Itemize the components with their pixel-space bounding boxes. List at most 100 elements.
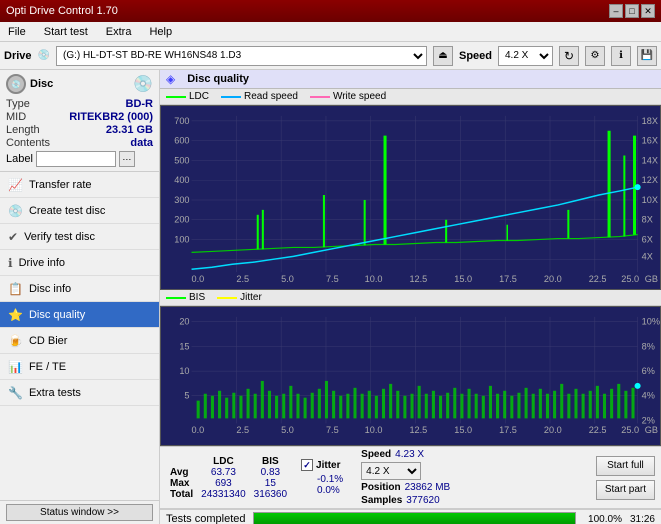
svg-text:5.0: 5.0 bbox=[281, 274, 294, 284]
legend-jitter-color bbox=[217, 297, 237, 299]
disc-label-text: Label bbox=[6, 153, 33, 165]
action-buttons: Start full Start part bbox=[596, 456, 655, 500]
svg-text:6%: 6% bbox=[642, 366, 655, 376]
legend-write-label: Write speed bbox=[333, 91, 386, 102]
info-button[interactable]: ℹ bbox=[611, 46, 631, 66]
svg-text:7.5: 7.5 bbox=[326, 425, 339, 435]
ldc-chart-svg: 700 600 500 400 300 200 100 18X 16X 14X … bbox=[161, 106, 660, 289]
disc-contents-row: Contents data bbox=[6, 137, 153, 149]
svg-text:17.5: 17.5 bbox=[499, 274, 517, 284]
stats-table: LDC BIS Avg 63.73 0.83 Max 693 15 Tota bbox=[166, 456, 291, 500]
sidebar-item-label-verify-test-disc: Verify test disc bbox=[24, 231, 95, 243]
speed-label: Speed bbox=[459, 50, 492, 62]
transfer-rate-icon: 📈 bbox=[8, 178, 23, 192]
svg-text:0.0: 0.0 bbox=[192, 274, 205, 284]
save-button[interactable]: 💾 bbox=[637, 46, 657, 66]
drive-icon: 💿 bbox=[38, 50, 50, 61]
speed-selector[interactable]: 4.2 X bbox=[498, 46, 553, 66]
disc-label-button[interactable]: ⋯ bbox=[119, 151, 135, 167]
legend-ldc-label: LDC bbox=[189, 91, 209, 102]
svg-text:100: 100 bbox=[174, 235, 189, 245]
menu-extra[interactable]: Extra bbox=[102, 25, 136, 39]
total-label: Total bbox=[166, 489, 197, 500]
disc-mid-row: MID RITEKBR2 (000) bbox=[6, 111, 153, 123]
svg-text:300: 300 bbox=[174, 195, 189, 205]
samples-value: 377620 bbox=[406, 495, 439, 506]
sidebar-item-label-drive-info: Drive info bbox=[19, 257, 65, 269]
svg-text:10.0: 10.0 bbox=[365, 274, 383, 284]
sidebar-item-create-test-disc[interactable]: 💿 Create test disc bbox=[0, 198, 159, 224]
sidebar-item-cd-bier[interactable]: 🍺 CD Bier bbox=[0, 328, 159, 354]
progress-bar-fill bbox=[254, 513, 574, 524]
sidebar-item-transfer-rate[interactable]: 📈 Transfer rate bbox=[0, 172, 159, 198]
progress-percentage: 100.0% bbox=[584, 514, 622, 524]
sidebar-item-drive-info[interactable]: ℹ Drive info bbox=[0, 250, 159, 276]
jitter-label: Jitter bbox=[316, 460, 340, 471]
sidebar-item-disc-info[interactable]: 📋 Disc info bbox=[0, 276, 159, 302]
disc-length-row: Length 23.31 GB bbox=[6, 124, 153, 136]
stats-bottom-panel: LDC BIS Avg 63.73 0.83 Max 693 15 Tota bbox=[160, 446, 661, 508]
create-test-disc-icon: 💿 bbox=[8, 204, 23, 218]
svg-text:22.5: 22.5 bbox=[589, 274, 607, 284]
close-button[interactable]: ✕ bbox=[641, 4, 655, 18]
sidebar-item-label-cd-bier: CD Bier bbox=[29, 335, 68, 347]
disc-contents-label: Contents bbox=[6, 137, 50, 149]
legend-bis: BIS bbox=[166, 292, 205, 303]
start-part-button[interactable]: Start part bbox=[596, 480, 655, 500]
left-panel: 💿 Disc 💿 Type BD-R MID RITEKBR2 (000) Le… bbox=[0, 70, 160, 524]
svg-text:GB: GB bbox=[645, 425, 658, 435]
legend-jitter-label: Jitter bbox=[240, 292, 262, 303]
bis-total-value: 316360 bbox=[250, 489, 291, 500]
verify-test-disc-icon: ✔ bbox=[8, 230, 18, 244]
disc-mid-value: RITEKBR2 (000) bbox=[69, 111, 153, 123]
sidebar-item-label-extra-tests: Extra tests bbox=[29, 387, 81, 399]
menu-help[interactable]: Help bbox=[145, 25, 176, 39]
bis-column-header: BIS bbox=[250, 456, 291, 467]
chart-panel: ◈ Disc quality LDC Read speed Write spee… bbox=[160, 70, 661, 524]
svg-text:7.5: 7.5 bbox=[326, 274, 339, 284]
position-label: Position bbox=[361, 482, 400, 493]
settings-button[interactable]: ⚙ bbox=[585, 46, 605, 66]
jitter-max-value: 0.0% bbox=[317, 485, 343, 496]
legend-write-speed: Write speed bbox=[310, 91, 386, 102]
disc-info-icon: 📋 bbox=[8, 282, 23, 296]
disc-length-label: Length bbox=[6, 124, 40, 136]
minimize-button[interactable]: – bbox=[609, 4, 623, 18]
disc-section: 💿 Disc 💿 Type BD-R MID RITEKBR2 (000) Le… bbox=[0, 70, 159, 172]
svg-text:15: 15 bbox=[179, 342, 189, 352]
nav-menu: 📈 Transfer rate 💿 Create test disc ✔ Ver… bbox=[0, 172, 159, 406]
legend-jitter: Jitter bbox=[217, 292, 262, 303]
menu-file[interactable]: File bbox=[4, 25, 30, 39]
refresh-button[interactable]: ↻ bbox=[559, 46, 579, 66]
status-bar: Tests completed 100.0% 31:26 bbox=[160, 508, 661, 524]
sidebar-item-verify-test-disc[interactable]: ✔ Verify test disc bbox=[0, 224, 159, 250]
sidebar-item-disc-quality[interactable]: ⭐ Disc quality bbox=[0, 302, 159, 328]
maximize-button[interactable]: □ bbox=[625, 4, 639, 18]
svg-text:12.5: 12.5 bbox=[409, 274, 427, 284]
status-window-button[interactable]: Status window >> bbox=[6, 504, 153, 521]
window-controls[interactable]: – □ ✕ bbox=[609, 4, 655, 18]
start-full-button[interactable]: Start full bbox=[596, 456, 655, 476]
menu-start-test[interactable]: Start test bbox=[40, 25, 92, 39]
ldc-avg-value: 63.73 bbox=[197, 467, 250, 478]
chart-panel-icon: ◈ bbox=[166, 72, 175, 86]
disc-label-input[interactable] bbox=[36, 151, 116, 167]
sidebar-item-extra-tests[interactable]: 🔧 Extra tests bbox=[0, 380, 159, 406]
svg-text:17.5: 17.5 bbox=[499, 425, 517, 435]
elapsed-time: 31:26 bbox=[630, 514, 655, 524]
drive-selector[interactable]: (G:) HL-DT-ST BD-RE WH16NS48 1.D3 bbox=[56, 46, 427, 66]
jitter-checkbox[interactable]: ✓ bbox=[301, 459, 313, 471]
svg-text:18X: 18X bbox=[642, 116, 658, 126]
svg-text:500: 500 bbox=[174, 155, 189, 165]
svg-text:200: 200 bbox=[174, 215, 189, 225]
bis-chart-svg: 20 15 10 5 10% 8% 6% 4% 2% 0.0 2.5 5.0 7… bbox=[161, 307, 660, 445]
cd-bier-icon: 🍺 bbox=[8, 334, 23, 348]
eject-button[interactable]: ⏏ bbox=[433, 46, 453, 66]
sidebar-item-fe-te[interactable]: 📊 FE / TE bbox=[0, 354, 159, 380]
svg-text:14X: 14X bbox=[642, 155, 658, 165]
legend-bis-color bbox=[166, 297, 186, 299]
disc-type-row: Type BD-R bbox=[6, 98, 153, 110]
ldc-chart: 700 600 500 400 300 200 100 18X 16X 14X … bbox=[160, 105, 661, 290]
sidebar-item-label-transfer-rate: Transfer rate bbox=[29, 179, 92, 191]
speed-stat-dropdown[interactable]: 4.2 X bbox=[361, 462, 421, 480]
